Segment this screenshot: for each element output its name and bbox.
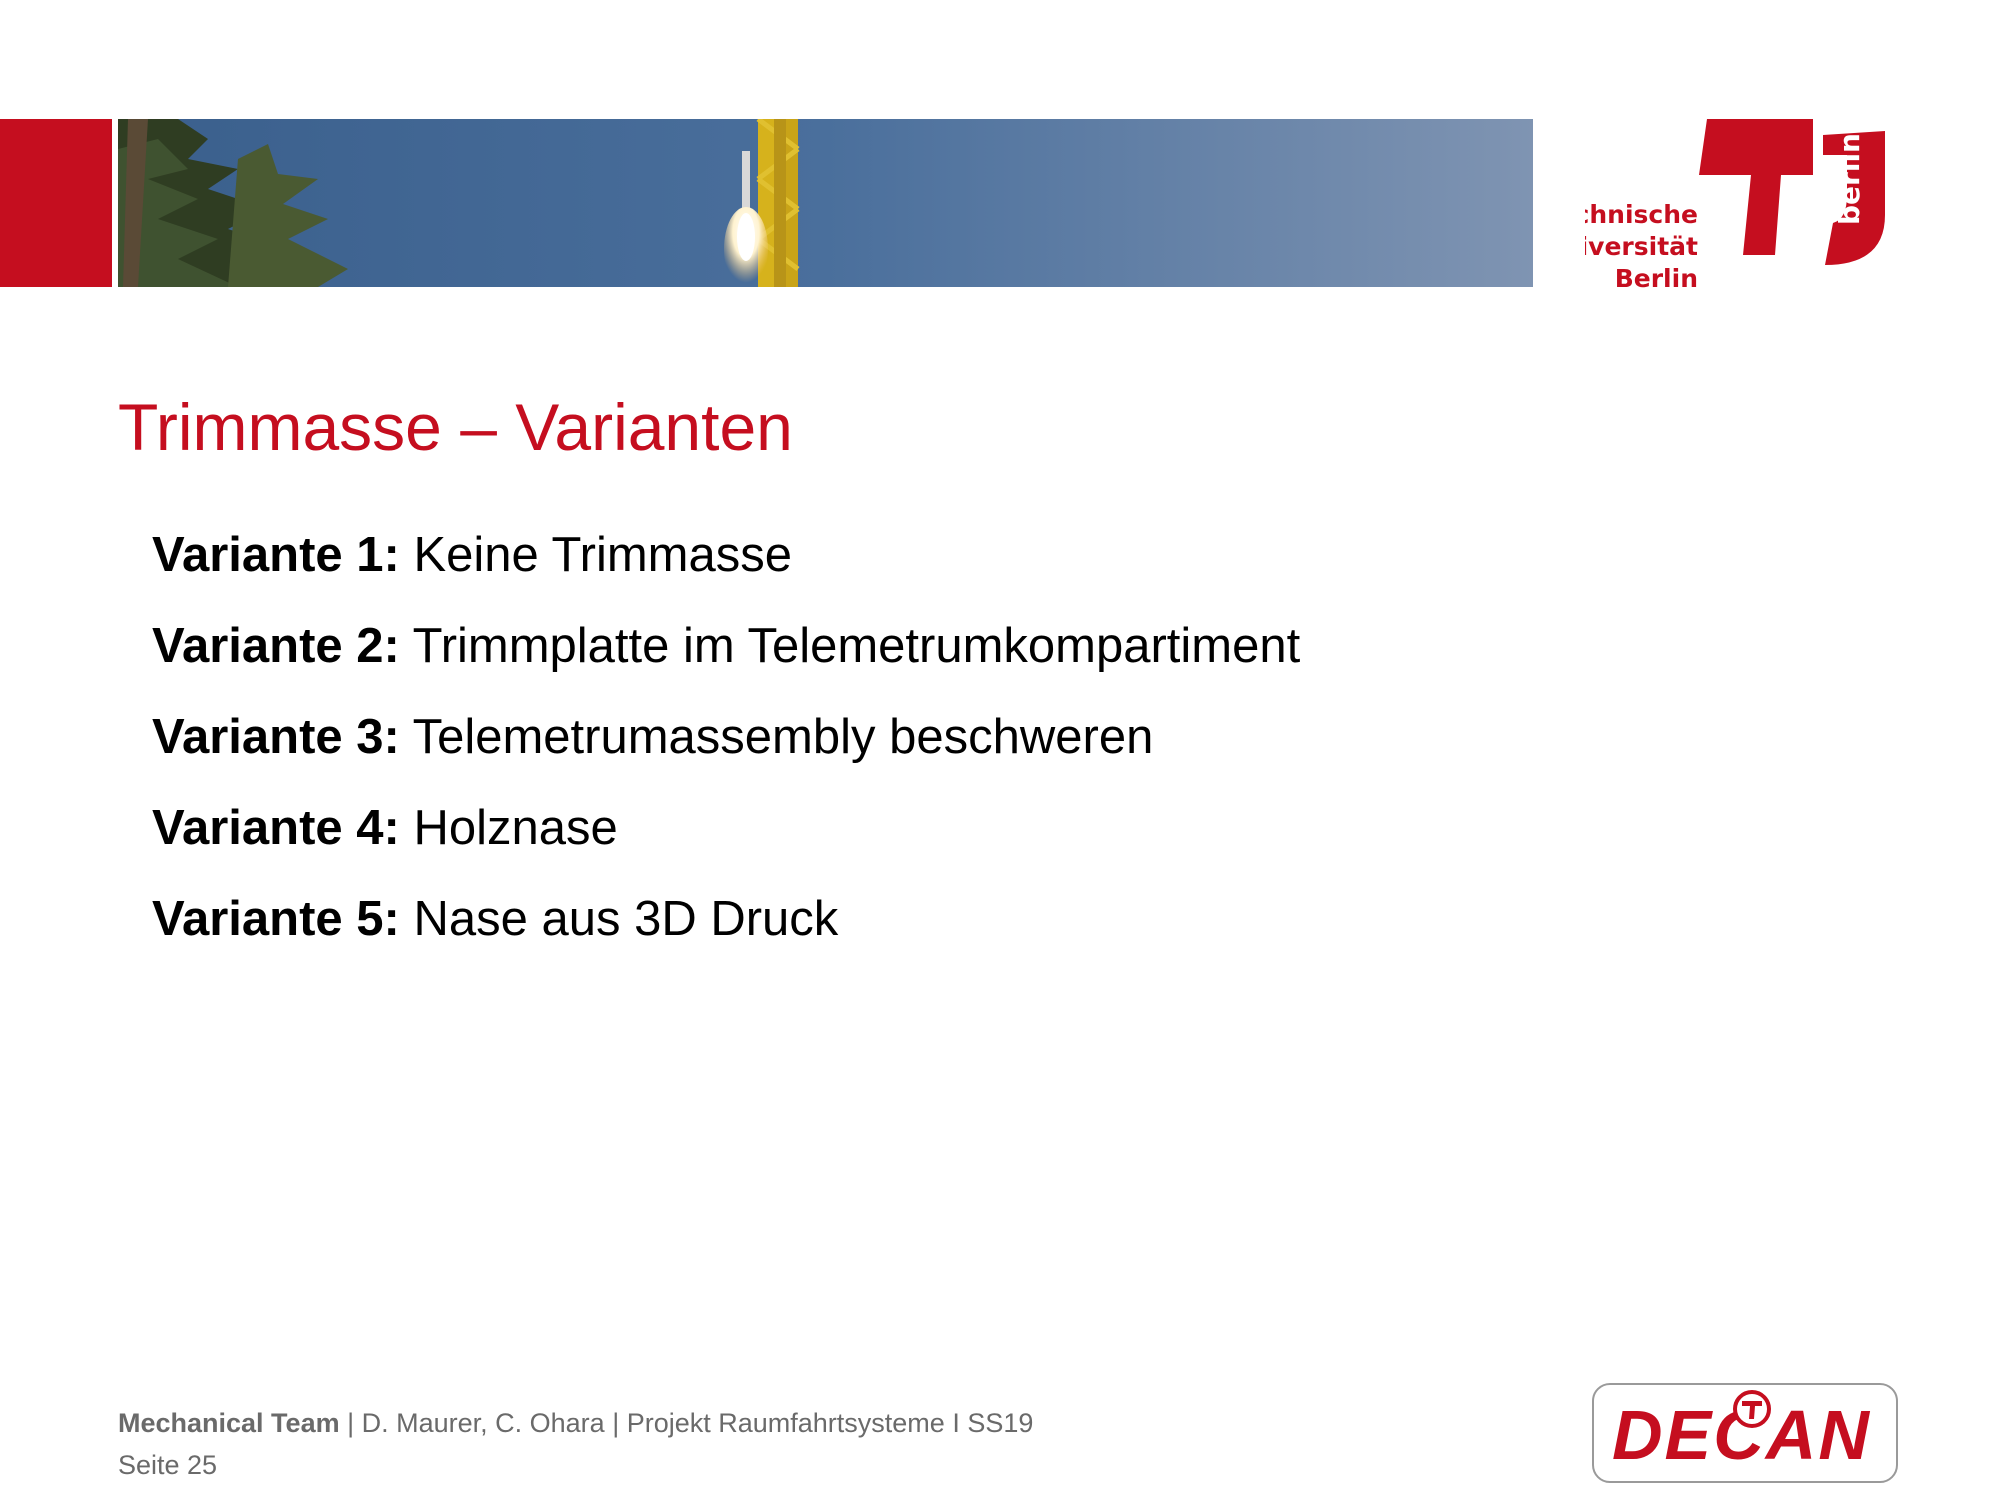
header-banner-image <box>118 119 1533 287</box>
slide-title: Trimmasse – Varianten <box>118 390 793 464</box>
variant-item: Variante 2: Trimmplatte im Telemetrumkom… <box>152 616 1300 707</box>
footer-credits: Mechanical Team | D. Maurer, C. Ohara | … <box>118 1408 1033 1439</box>
decan-logo: DECAN <box>1592 1383 1898 1483</box>
rocket-launch-icon <box>118 119 1533 287</box>
variant-item: Variante 5: Nase aus 3D Druck <box>152 889 1300 980</box>
logo-line1: Technische <box>1585 200 1698 229</box>
variant-list: Variante 1: Keine Trimmasse Variante 2: … <box>152 525 1300 980</box>
variant-label: Variante 3: <box>152 710 400 764</box>
variant-label: Variante 1: <box>152 528 400 582</box>
variant-text: Keine Trimmasse <box>399 528 792 582</box>
variant-text: Holznase <box>399 801 618 855</box>
variant-item: Variante 4: Holznase <box>152 798 1300 889</box>
variant-label: Variante 5: <box>152 892 400 946</box>
logo-line2: Universität <box>1585 232 1698 261</box>
variant-label: Variante 4: <box>152 801 400 855</box>
logo-side-text: berlin <box>1833 133 1866 225</box>
logo-line3: Berlin <box>1615 264 1698 293</box>
tu-berlin-logo: berlin Technische Universität Berlin <box>1585 115 1905 300</box>
variant-text: Nase aus 3D Druck <box>399 892 839 946</box>
variant-text: Trimmplatte im Telemetrumkompartiment <box>399 619 1301 673</box>
variant-label: Variante 2: <box>152 619 400 673</box>
variant-item: Variante 1: Keine Trimmasse <box>152 525 1300 616</box>
footer-page-number: Seite 25 <box>118 1450 218 1480</box>
footer-team: Mechanical Team <box>118 1408 340 1438</box>
footer-details: | D. Maurer, C. Ohara | Projekt Raumfahr… <box>339 1408 1034 1438</box>
header-red-block <box>0 119 112 287</box>
variant-item: Variante 3: Telemetrumassembly beschwere… <box>152 707 1300 798</box>
tu-badge-icon <box>1733 1390 1771 1428</box>
variant-text: Telemetrumassembly beschweren <box>399 710 1154 764</box>
